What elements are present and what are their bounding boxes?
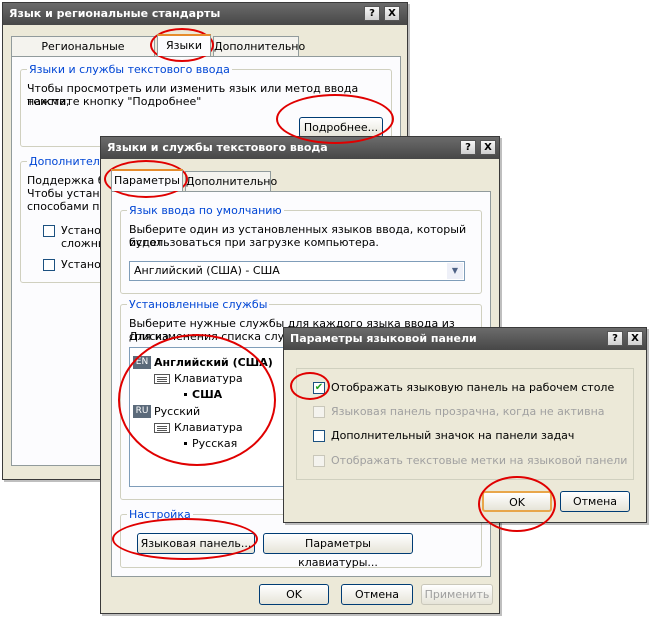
help-button[interactable]: ? bbox=[364, 6, 380, 21]
installed-services-group-label: Установленные службы bbox=[127, 298, 270, 311]
ru-language-icon: RU bbox=[133, 405, 151, 418]
apply-button[interactable]: Применить bbox=[421, 584, 493, 605]
text-services-description-2: нажмите кнопку "Подробнее" bbox=[27, 95, 202, 108]
tree-item-en-layout[interactable]: США bbox=[192, 388, 222, 401]
default-language-value: Английский (США) - США bbox=[134, 264, 280, 277]
tree-item-en-keyboard[interactable]: Клавиатура bbox=[174, 372, 243, 385]
bullet-icon bbox=[184, 442, 187, 445]
bullet-icon bbox=[184, 393, 187, 396]
language-bar-button[interactable]: Языковая панель... bbox=[137, 533, 255, 554]
additional-description-3: способами п bbox=[27, 200, 100, 213]
tree-item-ru-layout[interactable]: Русская bbox=[192, 437, 237, 450]
default-language-select[interactable]: Английский (США) - США ▼ bbox=[129, 261, 465, 281]
taskbar-icon-label: Дополнительный значок на панели задач bbox=[331, 429, 575, 442]
language-bar-settings-window: Параметры языковой панели ? X ✔ Отобража… bbox=[283, 327, 647, 523]
chevron-down-icon[interactable]: ▼ bbox=[447, 263, 463, 279]
settings-group-label: Настройка bbox=[127, 508, 193, 521]
cancel-button[interactable]: Отмена bbox=[560, 491, 630, 512]
default-language-group-label: Язык ввода по умолчанию bbox=[127, 204, 284, 217]
tab-advanced[interactable]: Дополнительно bbox=[185, 171, 277, 191]
tab-advanced[interactable]: Дополнительно bbox=[213, 36, 305, 56]
keyboard-icon bbox=[154, 423, 170, 433]
key-settings-button[interactable]: Параметры клавиатуры... bbox=[263, 533, 413, 569]
text-services-title: Языки и службы текстового ввода bbox=[107, 141, 328, 154]
show-language-bar-label: Отображать языковую панель на рабочем ст… bbox=[331, 381, 615, 394]
text-services-tabs: Параметры Дополнительно bbox=[111, 169, 491, 193]
ok-button[interactable]: OK bbox=[482, 491, 552, 512]
tree-item-english[interactable]: Английский (США) bbox=[154, 356, 273, 369]
tree-item-russian[interactable]: Русский bbox=[154, 405, 200, 418]
complex-scripts-checkbox[interactable] bbox=[43, 225, 55, 237]
regional-tabs: Региональные параметры Языки Дополнитель… bbox=[11, 34, 401, 72]
help-button[interactable]: ? bbox=[460, 140, 476, 155]
text-services-group-label: Языки и службы текстового ввода bbox=[27, 63, 232, 76]
text-labels-label: Отображать текстовые метки на языковой п… bbox=[331, 454, 628, 467]
additional-description-1: Поддержка б bbox=[27, 174, 105, 187]
en-language-icon: EN bbox=[133, 356, 151, 369]
text-services-titlebar[interactable]: Языки и службы текстового ввода ? X bbox=[101, 137, 499, 159]
keyboard-icon bbox=[154, 374, 170, 384]
east-asian-checkbox[interactable] bbox=[43, 259, 55, 271]
text-labels-checkbox[interactable] bbox=[313, 455, 325, 467]
language-bar-options-box: ✔ Отображать языковую панель на рабочем … bbox=[296, 368, 634, 480]
language-bar-title: Параметры языковой панели bbox=[290, 332, 477, 345]
taskbar-icon-checkbox[interactable] bbox=[313, 430, 325, 442]
tab-regional-options[interactable]: Региональные параметры bbox=[11, 36, 155, 72]
regional-title: Язык и региональные стандарты bbox=[9, 7, 221, 20]
language-bar-titlebar[interactable]: Параметры языковой панели ? X bbox=[284, 328, 646, 350]
cancel-button[interactable]: Отмена bbox=[341, 584, 413, 605]
close-button[interactable]: X bbox=[480, 140, 496, 155]
transparent-label: Языковая панель прозрачна, когда не акти… bbox=[331, 405, 605, 418]
help-button[interactable]: ? bbox=[607, 331, 623, 346]
close-button[interactable]: X bbox=[384, 6, 400, 21]
ok-button[interactable]: OK bbox=[259, 584, 329, 605]
transparent-checkbox[interactable] bbox=[313, 406, 325, 418]
details-button[interactable]: Подробнее... bbox=[299, 117, 383, 138]
installed-services-description-2: Для изменения списка служ bbox=[129, 330, 295, 343]
show-language-bar-checkbox[interactable]: ✔ bbox=[313, 382, 325, 394]
tree-item-ru-keyboard[interactable]: Клавиатура bbox=[174, 421, 243, 434]
additional-description-2: Чтобы устано bbox=[27, 187, 107, 200]
default-language-group: Язык ввода по умолчанию Выберите один из… bbox=[120, 204, 482, 294]
close-button[interactable]: X bbox=[627, 331, 643, 346]
additional-languages-group-label: Дополнител bbox=[27, 155, 102, 168]
regional-titlebar[interactable]: Язык и региональные стандарты ? X bbox=[3, 3, 407, 25]
default-language-description-2: использоваться при загрузке компьютера. bbox=[129, 236, 379, 249]
tab-settings[interactable]: Параметры bbox=[111, 169, 183, 191]
tab-languages[interactable]: Языки bbox=[157, 34, 211, 56]
